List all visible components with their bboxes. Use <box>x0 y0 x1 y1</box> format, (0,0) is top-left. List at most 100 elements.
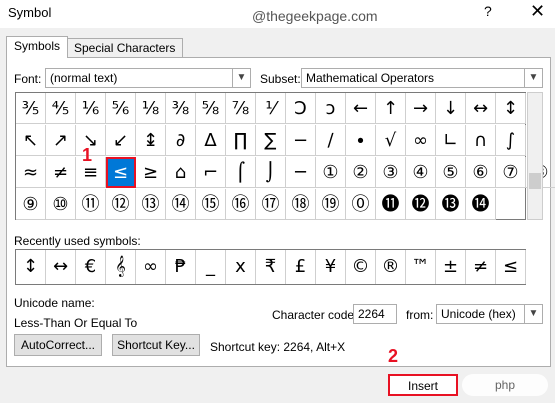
symbol-cell[interactable]: ⅛ <box>136 93 166 124</box>
symbol-cell[interactable]: ⑰ <box>256 189 286 220</box>
symbol-cell[interactable]: ∕ <box>316 125 346 156</box>
symbol-cell[interactable]: ⅞ <box>226 93 256 124</box>
symbol-cell[interactable]: ⅙ <box>76 93 106 124</box>
symbol-cell[interactable]: ← <box>346 93 376 124</box>
symbol-cell[interactable]: ↓ <box>436 93 466 124</box>
symbol-cell[interactable]: ∙ <box>346 125 376 156</box>
recent-symbol-cell[interactable]: ∞ <box>136 250 166 284</box>
symbol-cell[interactable]: ∆ <box>196 125 226 156</box>
symbol-cell[interactable]: ⑥ <box>466 157 496 188</box>
symbol-cell[interactable]: ≈ <box>16 157 46 188</box>
symbol-cell[interactable]: ⑬ <box>136 189 166 220</box>
symbol-cell[interactable]: ∩ <box>466 125 496 156</box>
symbol-cell[interactable]: ⅟ <box>256 93 286 124</box>
symbol-cell[interactable]: ⓭ <box>436 189 466 220</box>
symbol-cell[interactable]: ↙ <box>106 125 136 156</box>
symbol-cell[interactable]: ↖ <box>16 125 46 156</box>
recent-symbol-cell[interactable]: ¥ <box>316 250 346 284</box>
symbol-cell[interactable]: ⌠ <box>226 157 256 188</box>
symbol-cell[interactable]: ⑫ <box>106 189 136 220</box>
symbol-cell[interactable]: ─ <box>286 157 316 188</box>
recent-symbol-cell[interactable]: ® <box>376 250 406 284</box>
symbol-cell[interactable]: ≤ <box>106 157 136 188</box>
symbol-cell[interactable]: ⌂ <box>166 157 196 188</box>
insert-button[interactable]: Insert <box>388 374 458 396</box>
symbol-cell[interactable]: ⓮ <box>466 189 496 220</box>
grid-scrollbar[interactable] <box>527 92 543 220</box>
font-select[interactable]: (normal text) ▼ <box>45 68 251 88</box>
shortcut-key-button[interactable]: Shortcut Key... <box>112 334 200 356</box>
recent-symbol-cell[interactable]: ↕ <box>16 250 46 284</box>
symbol-cell[interactable]: − <box>286 125 316 156</box>
symbol-cell[interactable]: ⅚ <box>106 93 136 124</box>
symbol-cell[interactable]: ∂ <box>166 125 196 156</box>
symbol-cell[interactable]: ⑩ <box>46 189 76 220</box>
symbol-cell[interactable]: Ↄ <box>286 93 316 124</box>
symbol-cell[interactable]: ⑨ <box>16 189 46 220</box>
symbol-cell[interactable]: ∑ <box>256 125 286 156</box>
recent-symbols[interactable]: ↕ ↔ € 𝄞 ∞ ₱ _ x ₹ £ ¥ © ® ™ ± ≠ ≤ <box>15 249 526 285</box>
recent-symbol-cell[interactable]: ≠ <box>466 250 496 284</box>
recent-symbol-cell[interactable]: ₹ <box>256 250 286 284</box>
tab-special-characters[interactable]: Special Characters <box>66 38 184 58</box>
recent-symbol-cell[interactable]: _ <box>196 250 226 284</box>
symbol-cell[interactable]: ⑦ <box>496 157 526 188</box>
symbol-cell[interactable]: ⅝ <box>196 93 226 124</box>
symbol-cell[interactable]: ③ <box>376 157 406 188</box>
recent-symbol-cell[interactable]: © <box>346 250 376 284</box>
symbol-cell[interactable]: √ <box>376 125 406 156</box>
close-icon[interactable]: ✕ <box>530 1 545 22</box>
symbol-cell[interactable]: ∞ <box>406 125 436 156</box>
character-code-input[interactable]: 2264 <box>353 304 397 324</box>
symbol-cell[interactable]: ⓫ <box>376 189 406 220</box>
help-icon[interactable]: ? <box>484 3 492 19</box>
symbol-cell[interactable]: ⑪ <box>76 189 106 220</box>
symbol-cell[interactable]: ⑮ <box>196 189 226 220</box>
symbol-cell[interactable]: ⑯ <box>226 189 256 220</box>
symbol-cell[interactable]: ⓬ <box>406 189 436 220</box>
symbol-cell[interactable]: ↔ <box>466 93 496 124</box>
symbol-cell[interactable]: ⅗ <box>16 93 46 124</box>
recent-symbol-cell[interactable]: x <box>226 250 256 284</box>
recent-symbol-cell[interactable]: ↔ <box>46 250 76 284</box>
from-select[interactable]: Unicode (hex) ▼ <box>436 304 543 324</box>
symbol-cell[interactable]: ⓪ <box>346 189 376 220</box>
symbol-cell[interactable]: ⑭ <box>166 189 196 220</box>
symbol-cell[interactable]: ∏ <box>226 125 256 156</box>
recent-symbol-cell[interactable]: ™ <box>406 250 436 284</box>
recent-symbol-cell[interactable]: ± <box>436 250 466 284</box>
symbol-glyph: ⅞ <box>231 98 250 119</box>
symbol-cell[interactable]: ④ <box>406 157 436 188</box>
subset-select[interactable]: Mathematical Operators ▼ <box>301 68 543 88</box>
tab-symbols[interactable]: Symbols <box>6 36 69 58</box>
symbol-glyph: ↔ <box>472 98 489 119</box>
symbol-cell[interactable]: ⑱ <box>286 189 316 220</box>
symbol-cell[interactable]: ⅘ <box>46 93 76 124</box>
symbol-cell[interactable]: ∫ <box>496 125 526 156</box>
recent-symbol-cell[interactable]: £ <box>286 250 316 284</box>
recent-symbol-cell[interactable]: € <box>76 250 106 284</box>
recent-symbol-cell[interactable]: 𝄞 <box>106 250 136 284</box>
symbol-glyph: ⅝ <box>201 98 220 119</box>
scrollbar-thumb[interactable] <box>529 173 541 189</box>
recent-symbol-cell[interactable]: ₱ <box>166 250 196 284</box>
symbol-cell[interactable]: ⅜ <box>166 93 196 124</box>
symbol-cell[interactable]: ↨ <box>136 125 166 156</box>
symbol-cell[interactable]: ≠ <box>46 157 76 188</box>
symbol-cell[interactable]: ↕ <box>496 93 526 124</box>
symbol-cell[interactable]: ⑤ <box>436 157 466 188</box>
dialog-title: Symbol <box>8 5 52 20</box>
symbol-cell[interactable]: ② <box>346 157 376 188</box>
symbol-cell[interactable]: ↄ <box>316 93 346 124</box>
recent-symbol-cell[interactable]: ≤ <box>496 250 526 284</box>
symbol-cell[interactable]: ↗ <box>46 125 76 156</box>
symbol-cell[interactable]: ⌐ <box>196 157 226 188</box>
symbol-cell[interactable]: ⌡ <box>256 157 286 188</box>
symbol-cell[interactable]: ① <box>316 157 346 188</box>
autocorrect-button[interactable]: AutoCorrect... <box>14 334 102 356</box>
symbol-cell[interactable]: ∟ <box>436 125 466 156</box>
symbol-cell[interactable]: ≥ <box>136 157 166 188</box>
symbol-cell[interactable]: ↑ <box>376 93 406 124</box>
symbol-cell[interactable]: → <box>406 93 436 124</box>
symbol-cell[interactable]: ⑲ <box>316 189 346 220</box>
